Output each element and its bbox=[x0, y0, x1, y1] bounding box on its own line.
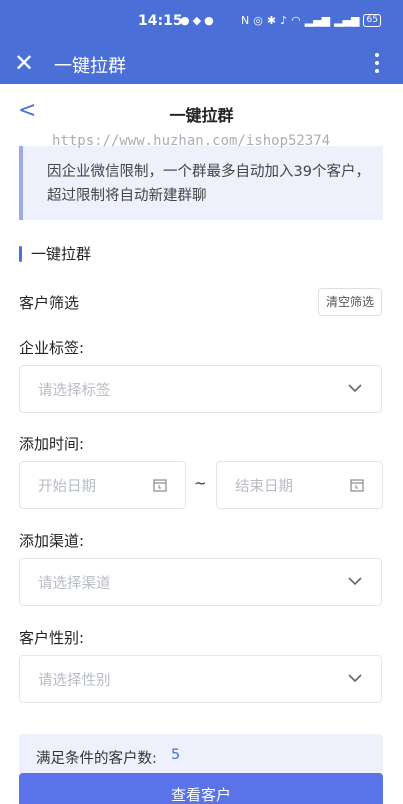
end-date-field[interactable]: 结束日期 bbox=[216, 461, 383, 509]
channel-select[interactable]: 请选择渠道 bbox=[19, 558, 382, 606]
wifi-icon: ◠ bbox=[291, 14, 301, 27]
channel-label: 添加渠道: bbox=[19, 532, 85, 550]
customer-filter-label: 客户筛选 bbox=[19, 294, 80, 312]
status-left-icons: ● ◆ ● bbox=[180, 14, 214, 27]
chevron-down-icon bbox=[348, 384, 362, 393]
signal-icon: ▂▄▆ bbox=[334, 14, 360, 27]
chevron-down-icon bbox=[348, 674, 362, 683]
section-accent-bar bbox=[19, 245, 22, 262]
section-title: 一键拉群 bbox=[31, 245, 92, 263]
signal-icon: ▂▄▆ bbox=[304, 14, 331, 27]
mute-icon: ♪ bbox=[280, 14, 288, 27]
end-date-placeholder: 结束日期 bbox=[235, 479, 293, 495]
close-icon[interactable]: ✕ bbox=[14, 48, 34, 78]
view-customers-button[interactable]: 查看客户 bbox=[19, 773, 383, 804]
calendar-icon bbox=[350, 479, 364, 492]
gender-select[interactable]: 请选择性别 bbox=[19, 655, 382, 703]
status-bar: 14:15 ● ◆ ● N ◎ ✱ ♪ ◠ ▂▄▆ ▂▄▆ 65 bbox=[0, 0, 403, 44]
page-nav-bar: < 一键拉群 bbox=[0, 84, 403, 140]
count-label: 满足条件的客户数: bbox=[36, 751, 157, 767]
gender-select-placeholder: 请选择性别 bbox=[38, 673, 111, 689]
status-time: 14:15 bbox=[138, 13, 183, 29]
location-icon: ◆ bbox=[192, 14, 202, 27]
app-bar-title: 一键拉群 bbox=[54, 56, 126, 77]
battery-indicator: 65 bbox=[363, 14, 381, 27]
count-value: 5 bbox=[171, 747, 181, 763]
date-range-separator: ~ bbox=[194, 474, 207, 492]
start-date-field[interactable]: 开始日期 bbox=[19, 461, 186, 509]
more-menu-icon[interactable] bbox=[367, 50, 387, 78]
chat-icon: ● bbox=[180, 14, 190, 27]
calendar-icon bbox=[153, 479, 167, 492]
add-time-label: 添加时间: bbox=[19, 435, 85, 453]
page-title: 一键拉群 bbox=[169, 106, 234, 125]
chevron-down-icon bbox=[348, 577, 362, 586]
message-icon: ● bbox=[204, 14, 214, 27]
app-bar: ✕ 一键拉群 bbox=[0, 44, 403, 84]
clear-filter-button[interactable]: 清空筛选 bbox=[318, 288, 382, 316]
tag-select-placeholder: 请选择标签 bbox=[38, 383, 111, 399]
status-right-icons: N ◎ ✱ ♪ ◠ ▂▄▆ ▂▄▆ 65 bbox=[241, 14, 381, 27]
gender-label: 客户性别: bbox=[19, 629, 85, 647]
nfc-icon: N bbox=[241, 14, 250, 27]
section-header: 一键拉群 bbox=[19, 243, 91, 264]
limit-notice: 因企业微信限制，一个群最多自动加入39个客户，超过限制将自动新建群聊 bbox=[19, 146, 383, 220]
start-date-placeholder: 开始日期 bbox=[38, 479, 96, 495]
matching-customer-count: 满足条件的客户数: 5 bbox=[19, 734, 383, 778]
tag-label: 企业标签: bbox=[19, 339, 85, 357]
tag-select[interactable]: 请选择标签 bbox=[19, 365, 382, 413]
alarm-icon: ◎ bbox=[253, 14, 263, 27]
bluetooth-icon: ✱ bbox=[266, 14, 277, 27]
watermark: https://www.huzhan.com/ishop52374 bbox=[52, 133, 331, 149]
limit-notice-text: 因企业微信限制，一个群最多自动加入39个客户，超过限制将自动新建群聊 bbox=[47, 164, 370, 204]
channel-select-placeholder: 请选择渠道 bbox=[38, 576, 111, 592]
